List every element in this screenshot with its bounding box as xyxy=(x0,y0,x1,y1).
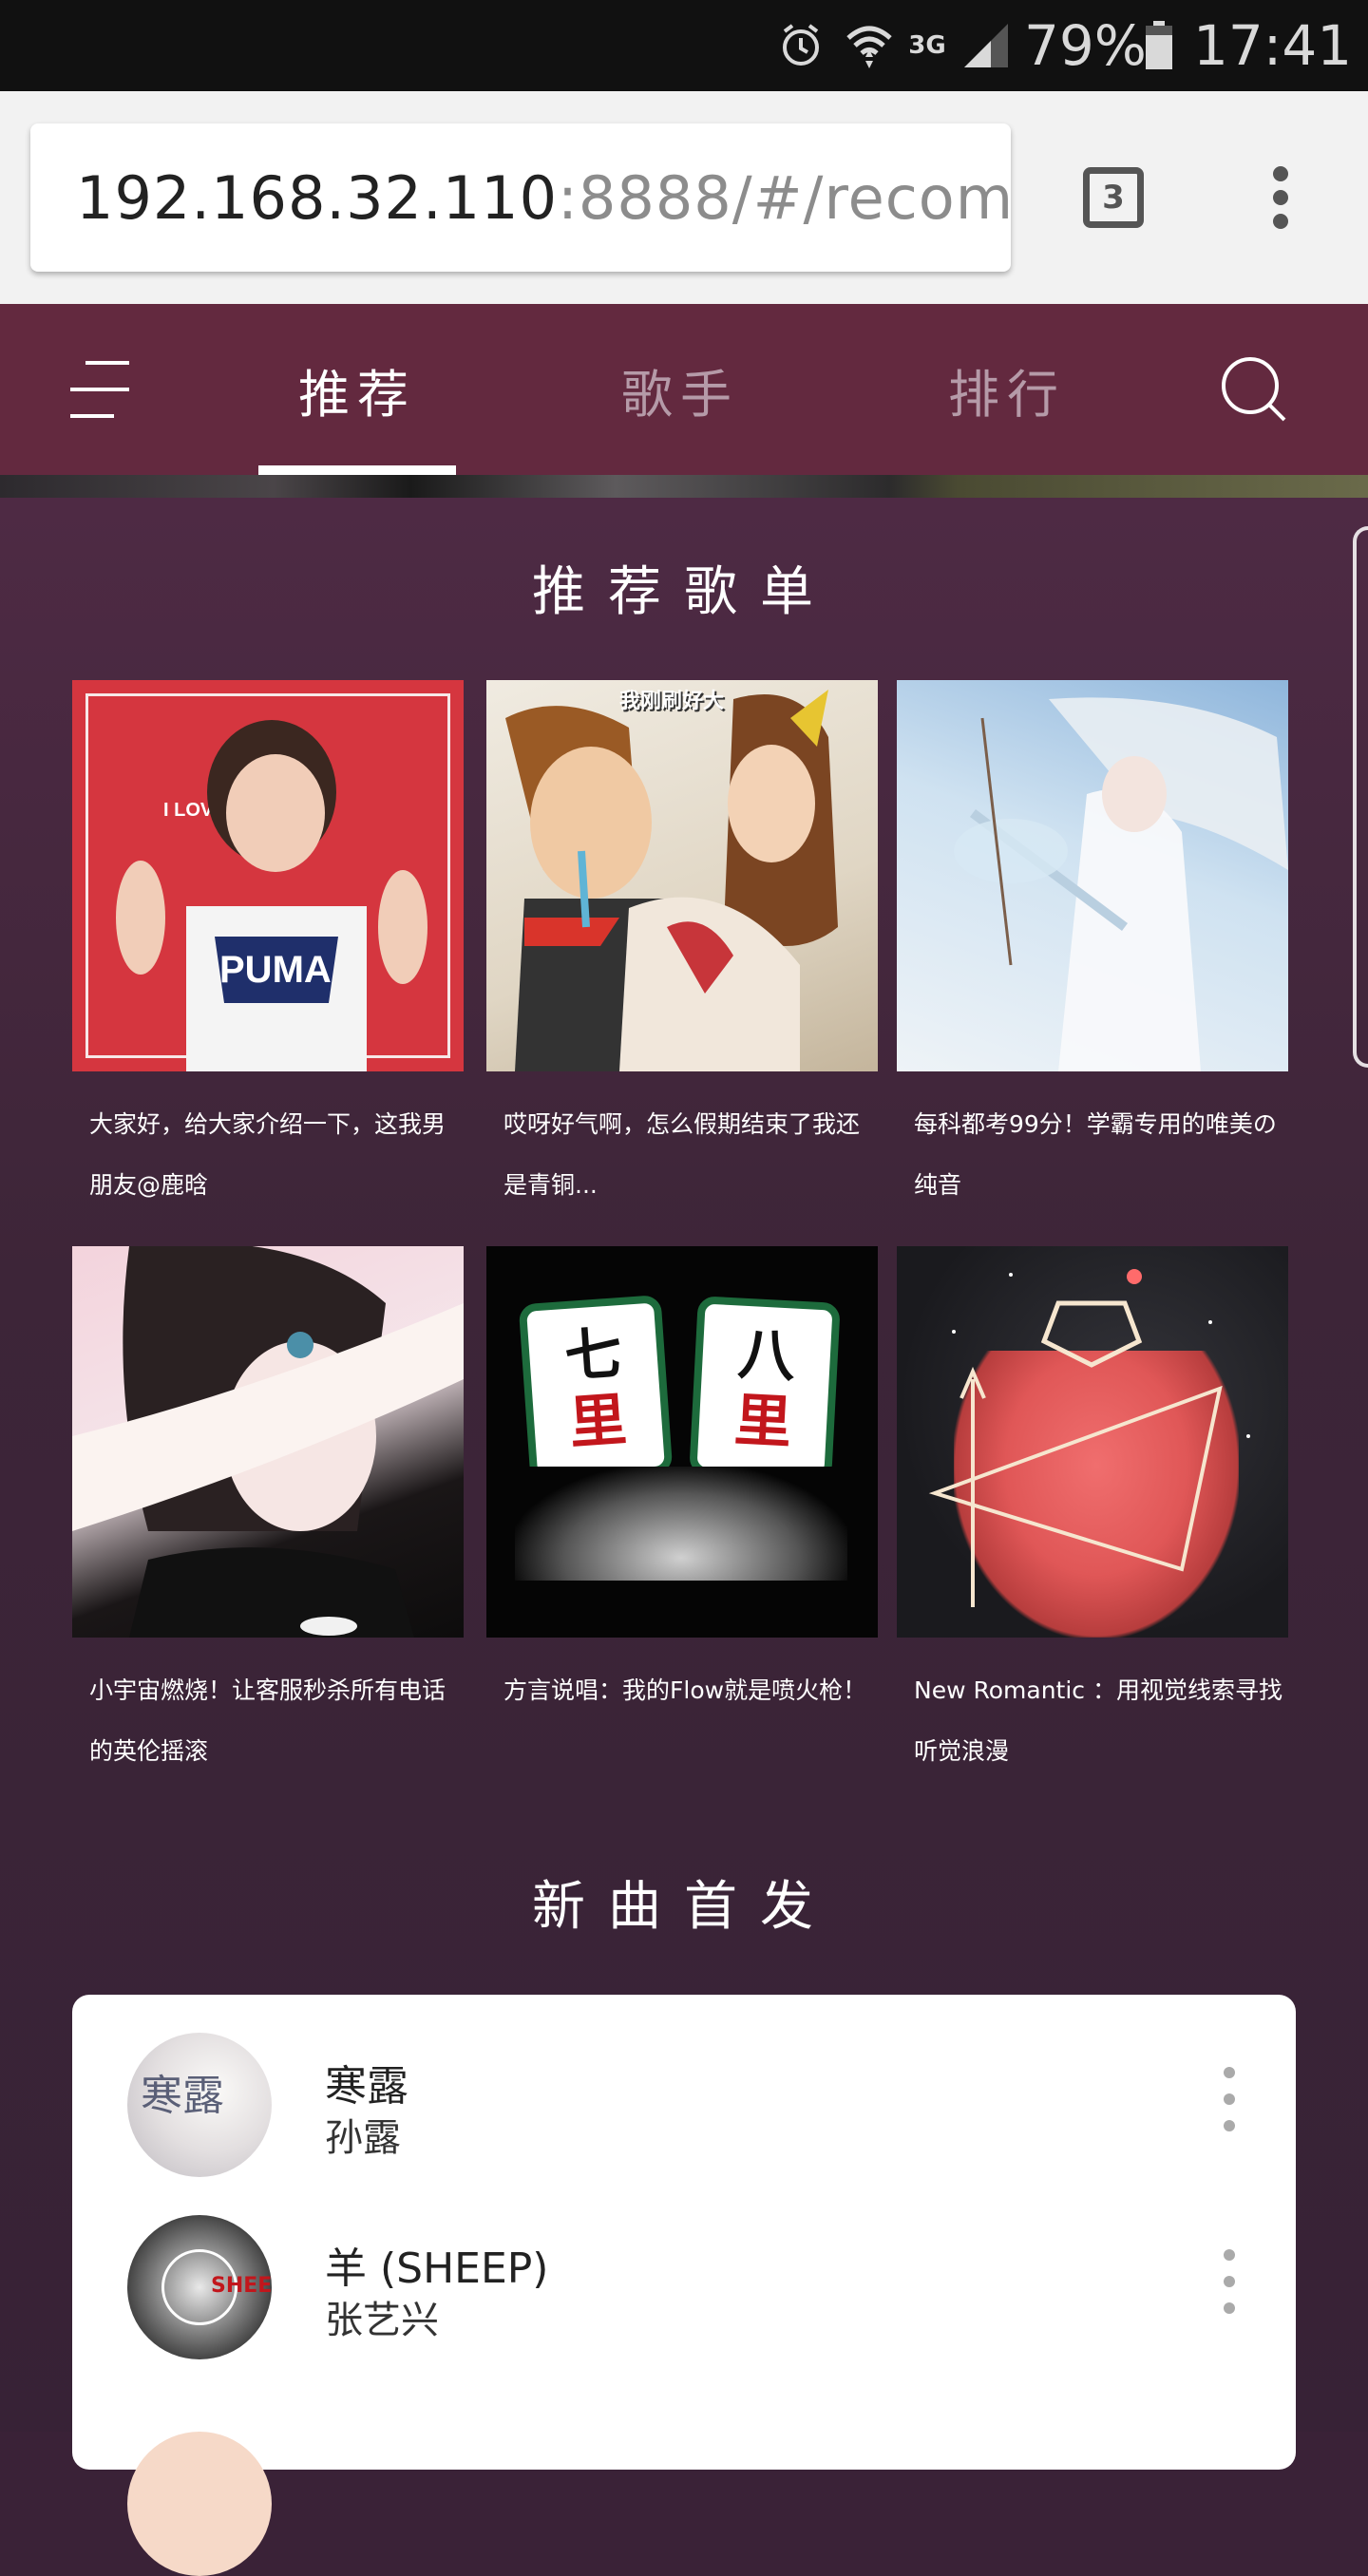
svg-text:PUMA: PUMA xyxy=(219,949,332,991)
tile-bottom-char: 里 xyxy=(732,1387,793,1457)
cover-geometry xyxy=(928,1269,1250,1607)
playlist-caption: New Romantic ：用视觉线索寻找听觉浪漫 xyxy=(914,1676,1282,1765)
clock: 17:41 xyxy=(1193,13,1353,78)
tab-singer[interactable]: 歌手 xyxy=(566,304,794,475)
active-tab-indicator xyxy=(258,465,456,475)
song-more-button[interactable] xyxy=(1210,2054,1248,2149)
browser-menu-button[interactable] xyxy=(1254,160,1307,236)
app-header: 推荐 歌手 排行 xyxy=(0,304,1368,475)
song-artist: 张艺兴 xyxy=(325,2299,439,2342)
tile-bottom-char: 里 xyxy=(567,1386,629,1457)
section-title-recommend: 推荐歌单 xyxy=(532,561,836,623)
cover-text: SHEEP xyxy=(211,2274,272,2298)
battery-percent: 79% xyxy=(1024,13,1147,78)
search-icon xyxy=(1222,357,1286,422)
song-cover: SHEEP xyxy=(127,2215,272,2359)
song-artist: 孙露 xyxy=(325,2116,401,2160)
playlist-card[interactable]: 我刚刷好大 哎呀好气啊，怎么假期结束了我还是青铜... xyxy=(486,680,878,1199)
wifi-icon xyxy=(841,0,898,91)
playlist-card[interactable]: I LOVE U PUMA 大家好，给大家介绍一下，这我男朋友@鹿晗 xyxy=(72,680,464,1199)
status-bar: 3G 79% 17:41 xyxy=(0,0,1368,91)
battery-icon xyxy=(1140,0,1178,91)
banner-slider[interactable] xyxy=(0,475,1368,498)
playlist-caption: 方言说唱：我的Flow就是喷火枪！ xyxy=(504,1676,867,1704)
cover-text: 寒露 xyxy=(141,2072,224,2120)
menu-icon xyxy=(70,361,129,418)
song-title: 寒露 xyxy=(325,2062,408,2111)
more-vertical-icon xyxy=(1273,166,1288,229)
network-type: 3G xyxy=(908,31,946,60)
search-button[interactable] xyxy=(1216,351,1292,427)
playlist-cover: 我刚刷好大 xyxy=(486,680,878,1071)
browser-toolbar: 192.168.32.110:8888/#/recommend 3 xyxy=(0,91,1368,304)
playlist-card[interactable]: New Romantic ：用视觉线索寻找听觉浪漫 xyxy=(897,1246,1288,1765)
playlist-cover: 七 里 八 里 xyxy=(486,1246,878,1638)
cover-artwork xyxy=(954,697,1288,1071)
playlist-caption: 哎呀好气啊，怎么假期结束了我还是青铜... xyxy=(504,1110,861,1199)
song-more-button[interactable] xyxy=(1210,2236,1248,2331)
playlist-cover: I LOVE U PUMA xyxy=(72,680,464,1071)
tile-top-char: 七 xyxy=(562,1320,624,1392)
song-item[interactable]: SHEEP 羊 (SHEEP) 张艺兴 xyxy=(72,2177,1296,2359)
tab-switcher-button[interactable]: 3 xyxy=(1083,167,1144,228)
tile-top-char: 八 xyxy=(736,1320,797,1391)
more-vertical-icon xyxy=(1224,2249,1235,2314)
url-path: :8888/#/recommend xyxy=(558,162,1011,233)
song-item[interactable]: 寒露 寒露 孙露 xyxy=(72,1995,1296,2177)
tab-recommend[interactable]: 推荐 xyxy=(243,304,471,475)
mahjong-tile: 七 里 xyxy=(518,1294,674,1484)
url-host: 192.168.32.110 xyxy=(76,162,559,233)
playlist-caption: 每科都考99分！学霸专用的唯美の纯音 xyxy=(914,1110,1277,1199)
new-songs-list: 寒露 寒露 孙露 SHEEP 羊 (SHEEP) 张艺兴 xyxy=(72,1995,1296,2576)
song-cover xyxy=(127,2432,272,2576)
main-content: 推荐歌单 I LOVE U PUMA 大家好，给大家介绍一下，这我男朋友@鹿晗 xyxy=(0,498,1368,2576)
song-cover: 寒露 xyxy=(127,2033,272,2177)
alarm-icon xyxy=(774,0,827,91)
playlist-caption: 大家好，给大家介绍一下，这我男朋友@鹿晗 xyxy=(89,1110,446,1199)
cover-text: 我刚刷好大 xyxy=(619,690,725,713)
song-title: 羊 (SHEEP) xyxy=(325,2245,549,2293)
playlist-cover xyxy=(897,1246,1288,1638)
cover-artwork: PUMA xyxy=(116,720,428,1071)
cover-artwork xyxy=(515,1467,847,1581)
playlist-card[interactable]: 小宇宙燃烧！让客服秒杀所有电话的英伦摇滚 xyxy=(72,1246,464,1765)
playlist-cover xyxy=(897,680,1288,1071)
signal-icon xyxy=(961,0,1011,91)
url-text: 192.168.32.110:8888/#/recommend xyxy=(30,163,1011,233)
playlist-caption: 小宇宙燃烧！让客服秒杀所有电话的英伦摇滚 xyxy=(89,1676,446,1765)
address-bar[interactable]: 192.168.32.110:8888/#/recommend xyxy=(30,123,1011,272)
tab-rank[interactable]: 排行 xyxy=(893,304,1121,475)
playlist-card[interactable]: 七 里 八 里 方言说唱：我的Flow就是喷火枪！ xyxy=(486,1246,878,1704)
menu-button[interactable] xyxy=(66,351,135,427)
more-vertical-icon xyxy=(1224,2067,1235,2131)
mahjong-tile: 八 里 xyxy=(689,1296,841,1482)
playlist-card[interactable]: 每科都考99分！学霸专用的唯美の纯音 xyxy=(897,680,1288,1199)
cover-artwork xyxy=(72,1246,464,1638)
playlist-cover xyxy=(72,1246,464,1638)
cover-artwork xyxy=(505,690,838,1071)
section-title-new-songs: 新曲首发 xyxy=(532,1876,836,1938)
